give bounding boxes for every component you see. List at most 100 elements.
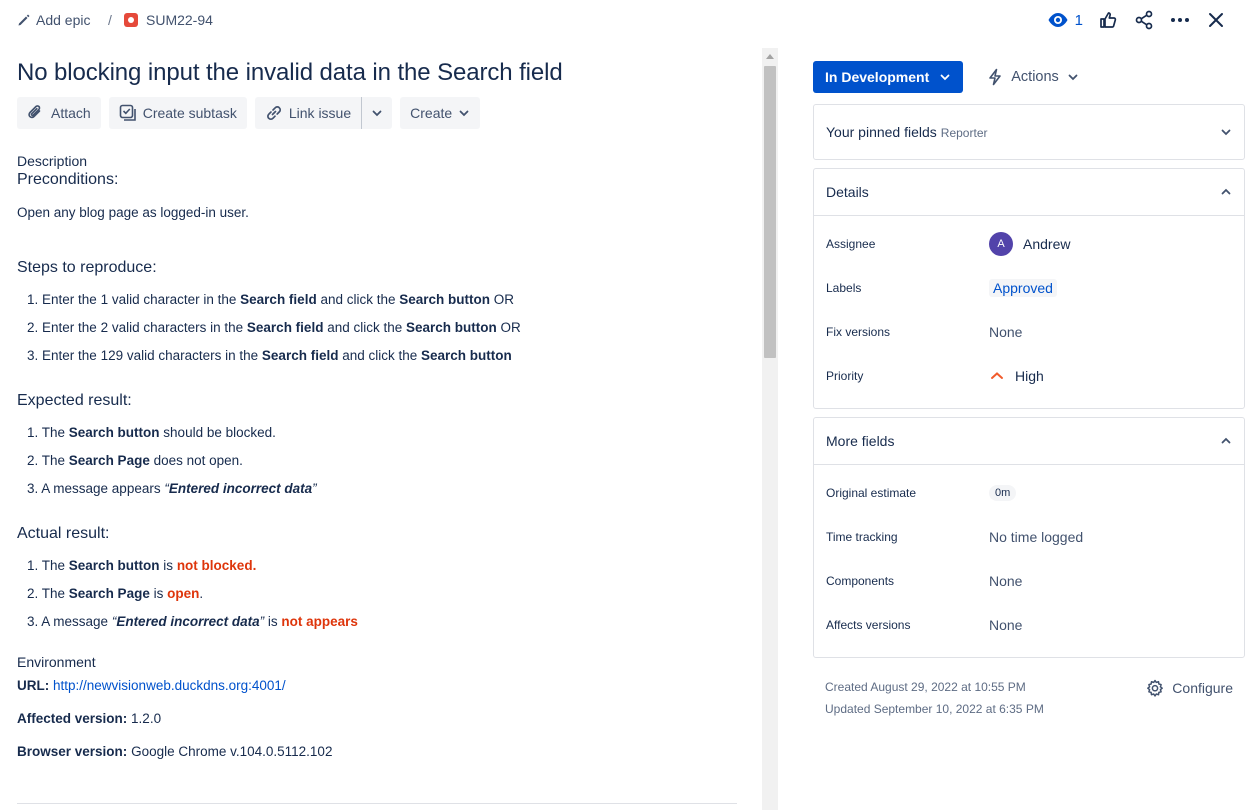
time-tracking-value[interactable]: No time logged bbox=[989, 529, 1083, 545]
attach-label: Attach bbox=[51, 105, 91, 121]
chevron-down-icon bbox=[940, 74, 950, 81]
link-issue-dropdown[interactable] bbox=[362, 97, 393, 129]
affects-versions-value[interactable]: None bbox=[989, 617, 1022, 633]
issue-meta: Created August 29, 2022 at 10:55 PM Upda… bbox=[813, 676, 1245, 720]
env-browser-row: Browser version: Google Chrome v.104.0.5… bbox=[17, 744, 757, 759]
field-label: Fix versions bbox=[826, 325, 891, 339]
avatar: A bbox=[989, 232, 1013, 256]
field-labels: Labels Approved bbox=[826, 266, 1232, 310]
more-fields-label: More fields bbox=[826, 433, 895, 449]
list-item: 3. A message appears “Entered incorrect … bbox=[27, 481, 317, 496]
label-tag[interactable]: Approved bbox=[989, 279, 1057, 297]
link-issue-label: Link issue bbox=[288, 105, 352, 121]
issue-key-label: SUM22-94 bbox=[146, 12, 213, 28]
status-dropdown[interactable]: In Development bbox=[813, 61, 964, 93]
chevron-up-icon bbox=[1221, 437, 1231, 444]
env-url-link[interactable]: http://newvisionweb.duckdns.org:4001/ bbox=[53, 678, 286, 693]
preconditions-heading: Preconditions: bbox=[17, 171, 119, 188]
divider bbox=[17, 803, 737, 804]
actions-button[interactable]: Actions bbox=[983, 68, 1083, 86]
gear-icon bbox=[1147, 679, 1164, 697]
eye-icon bbox=[1048, 13, 1068, 27]
env-url-label: URL: bbox=[17, 678, 50, 693]
create-subtask-button[interactable]: Create subtask bbox=[108, 97, 247, 129]
watch-button[interactable]: 1 bbox=[1047, 12, 1083, 29]
actual-list: 1. The Search button is not blocked. 2. … bbox=[17, 556, 757, 632]
lightning-icon bbox=[989, 68, 1002, 86]
assignee-value[interactable]: A Andrew bbox=[989, 232, 1070, 256]
more-fields-header[interactable]: More fields bbox=[814, 418, 1244, 464]
field-label: Time tracking bbox=[826, 530, 898, 544]
field-label: Original estimate bbox=[826, 486, 917, 500]
create-label: Create bbox=[410, 105, 453, 121]
share-button[interactable] bbox=[1133, 9, 1155, 31]
top-bar: Add epic / SUM22-94 1 bbox=[0, 0, 1257, 44]
pinned-fields-header[interactable]: Your pinned fields Reporter bbox=[814, 105, 1244, 159]
pencil-icon bbox=[18, 14, 30, 26]
add-epic-link[interactable]: Add epic bbox=[17, 12, 90, 28]
close-button[interactable] bbox=[1205, 9, 1227, 31]
watch-count: 1 bbox=[1074, 11, 1083, 29]
env-browser-value: Google Chrome v.104.0.5112.102 bbox=[131, 744, 333, 759]
env-browser-label: Browser version: bbox=[17, 744, 128, 759]
priority-high-icon bbox=[991, 372, 1003, 379]
more-icon bbox=[1171, 18, 1189, 22]
env-version-label: Affected version: bbox=[17, 711, 128, 726]
bug-icon bbox=[124, 13, 138, 27]
list-item: 3. A message “Entered incorrect data” is… bbox=[27, 614, 358, 629]
actions-label: Actions bbox=[1011, 69, 1059, 85]
field-label: Labels bbox=[826, 281, 862, 295]
link-issue-button[interactable]: Link issue bbox=[254, 97, 363, 129]
scroll-up-arrow[interactable] bbox=[766, 54, 774, 59]
breadcrumb-separator: / bbox=[108, 12, 112, 28]
updated-timestamp: Updated September 10, 2022 at 6:35 PM bbox=[825, 702, 1044, 716]
pinned-fields-hint: Reporter bbox=[940, 126, 988, 140]
field-components: Components None bbox=[826, 559, 1232, 603]
chevron-down-icon bbox=[1221, 129, 1231, 136]
chevron-down-icon bbox=[1068, 74, 1078, 81]
field-assignee: Assignee A Andrew bbox=[826, 222, 1232, 266]
preconditions-text: Open any blog page as logged-in user. bbox=[17, 205, 249, 220]
created-timestamp: Created August 29, 2022 at 10:55 PM bbox=[825, 680, 1026, 694]
env-url-row: URL: http://newvisionweb.duckdns.org:400… bbox=[17, 678, 757, 693]
issue-toolbar: Attach Create subtask Link issue Create bbox=[17, 97, 757, 129]
link-icon bbox=[266, 106, 281, 121]
chevron-up-icon bbox=[1221, 188, 1231, 195]
configure-button[interactable]: Configure bbox=[1146, 676, 1233, 700]
original-estimate-value[interactable]: 0m bbox=[989, 485, 1017, 501]
field-label: Components bbox=[826, 574, 895, 588]
chevron-down-icon bbox=[372, 110, 382, 117]
pinned-fields-label: Your pinned fields bbox=[826, 124, 937, 140]
list-item: 1. Enter the 1 valid character in the Se… bbox=[27, 292, 515, 307]
field-time-tracking: Time tracking No time logged bbox=[826, 515, 1232, 559]
create-button[interactable]: Create bbox=[400, 97, 481, 129]
details-header[interactable]: Details bbox=[814, 169, 1244, 215]
environment-label: Environment bbox=[17, 654, 96, 670]
create-subtask-label: Create subtask bbox=[142, 105, 237, 121]
field-label: Priority bbox=[826, 369, 864, 383]
field-original-estimate: Original estimate 0m bbox=[826, 471, 1232, 515]
expected-heading: Expected result: bbox=[17, 392, 132, 409]
more-button[interactable] bbox=[1169, 9, 1191, 31]
list-item: 2. The Search Page does not open. bbox=[27, 453, 243, 468]
fix-versions-value[interactable]: None bbox=[989, 324, 1022, 340]
list-item: 3. Enter the 129 valid characters in the… bbox=[27, 348, 512, 363]
main-scrollbar[interactable] bbox=[762, 48, 778, 810]
steps-list: 1. Enter the 1 valid character in the Se… bbox=[17, 290, 757, 366]
issue-title[interactable]: No blocking input the invalid data in th… bbox=[17, 58, 757, 88]
field-fix-versions: Fix versions None bbox=[826, 310, 1232, 354]
list-item: 1. The Search button should be blocked. bbox=[27, 425, 276, 440]
components-value[interactable]: None bbox=[989, 573, 1022, 589]
issue-sidebar: In Development Actions Your pinned field… bbox=[813, 61, 1245, 720]
labels-value[interactable]: Approved bbox=[989, 279, 1057, 297]
scroll-thumb[interactable] bbox=[764, 66, 776, 358]
estimate-lozenge: 0m bbox=[989, 485, 1017, 501]
field-label: Affects versions bbox=[826, 618, 911, 632]
like-button[interactable] bbox=[1097, 9, 1119, 31]
priority-label: High bbox=[1015, 368, 1044, 384]
details-panel: Details Assignee A Andrew Labels Approve… bbox=[813, 168, 1245, 409]
issue-key-link[interactable]: SUM22-94 bbox=[124, 12, 213, 28]
configure-label: Configure bbox=[1172, 680, 1233, 696]
priority-value[interactable]: High bbox=[989, 368, 1044, 384]
attach-button[interactable]: Attach bbox=[17, 97, 101, 129]
